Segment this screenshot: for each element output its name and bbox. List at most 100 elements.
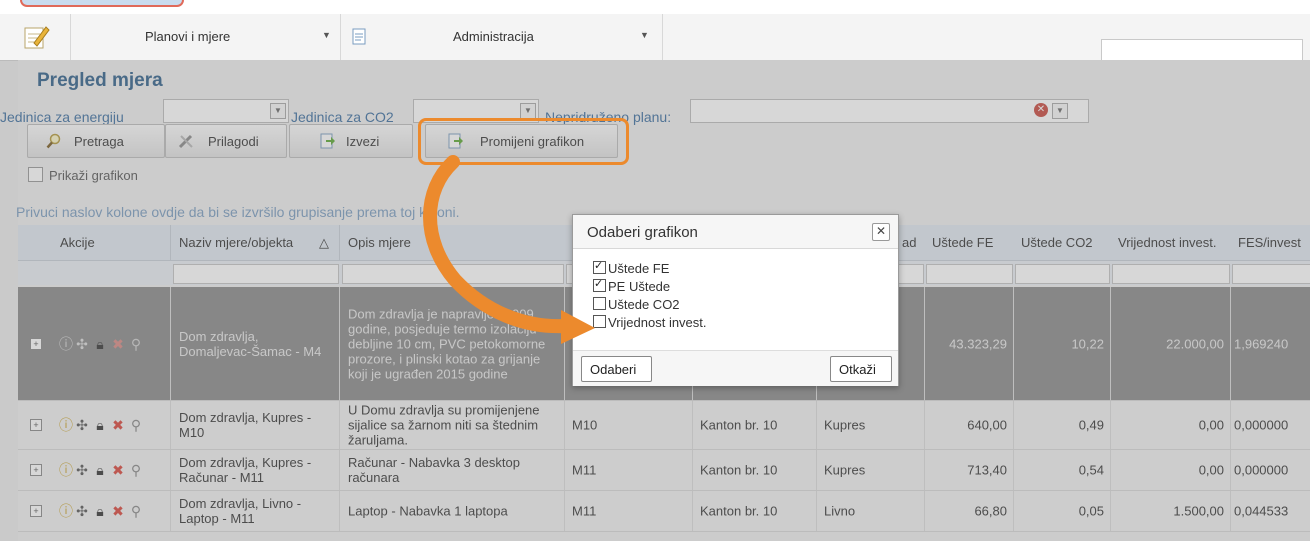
expand-icon[interactable]: + — [30, 338, 42, 350]
customize-button-label: Prilagodi — [208, 134, 259, 149]
column-header-fes-invest[interactable]: FES/invest — [1230, 225, 1310, 261]
dialog-footer: Odaberi Otkaži — [573, 350, 898, 386]
actions-cell: + ⓘ ✣ 🔒︎ ✖ ⚲ — [18, 491, 171, 531]
option-co2-savings[interactable]: Uštede CO2 — [593, 297, 680, 312]
info-icon[interactable]: ⓘ — [58, 336, 74, 352]
link-icon[interactable]: ⚲ — [128, 417, 144, 433]
description-cell: Laptop - Nabavka 1 laptopa — [340, 491, 565, 531]
delete-icon[interactable]: ✖ — [110, 462, 126, 478]
export-button-label: Izvezi — [346, 134, 380, 149]
dialog-header: Odaberi grafikon ✕ — [573, 215, 898, 249]
column-header-actions[interactable]: Akcije — [36, 225, 171, 261]
column-header-label: Akcije — [60, 235, 95, 250]
delete-icon[interactable]: ✖ — [110, 417, 126, 433]
energy-unit-select[interactable]: ▼ — [163, 99, 289, 123]
fe-savings-cell: 640,00 — [924, 401, 1014, 449]
network-icon[interactable]: ✣ — [74, 417, 90, 433]
option-investment[interactable]: Vrijednost invest. — [593, 315, 707, 330]
fes-filter-input[interactable] — [1232, 264, 1310, 284]
name-cell: Dom zdravlja, Kupres - Računar - M11 — [171, 450, 340, 490]
link-icon[interactable]: ⚲ — [128, 336, 144, 352]
expand-icon[interactable]: + — [30, 505, 42, 517]
table-row[interactable]: + ⓘ ✣ 🔒︎ ✖ ⚲ Dom zdravlja, Livno - Lapto… — [18, 491, 1310, 532]
info-icon[interactable]: ⓘ — [58, 417, 74, 433]
name-filter-input[interactable] — [173, 264, 339, 284]
menu-plans[interactable]: Planovi i mjere ▼ — [70, 14, 341, 60]
co2-savings-cell: 0,05 — [1013, 491, 1111, 531]
chevron-down-icon: ▼ — [640, 30, 649, 40]
fes-invest-cell: 0,000000 — [1234, 462, 1289, 478]
export-icon — [320, 133, 335, 149]
menu-admin[interactable]: Administracija ▼ — [340, 14, 663, 60]
magnifier-icon — [46, 133, 61, 149]
column-header-label: Uštede FE — [932, 235, 994, 250]
option-label: Uštede FE — [608, 261, 670, 276]
name-cell: Dom zdravlja, Kupres - M10 — [171, 401, 340, 449]
app-logo[interactable] — [0, 14, 71, 60]
expand-icon[interactable]: + — [30, 464, 42, 476]
fes-invest-cell: 0,000000 — [1234, 417, 1289, 433]
lock-icon[interactable]: 🔒︎ — [92, 503, 108, 519]
search-button[interactable]: Pretraga — [27, 124, 165, 158]
expand-column-header — [18, 225, 37, 261]
lock-icon[interactable]: 🔒︎ — [92, 462, 108, 478]
investment-filter-input[interactable] — [1112, 264, 1230, 284]
chevron-down-icon: ▼ — [322, 30, 331, 40]
export-button[interactable]: Izvezi — [289, 124, 413, 158]
option-label: PE Uštede — [608, 279, 671, 294]
chevron-down-icon[interactable]: ▼ — [270, 103, 286, 119]
fe-savings-cell: 713,40 — [924, 450, 1014, 490]
link-icon[interactable]: ⚲ — [128, 503, 144, 519]
network-icon[interactable]: ✣ — [74, 503, 90, 519]
annotation-arrow-icon — [423, 155, 595, 344]
network-icon[interactable]: ✣ — [74, 462, 90, 478]
show-chart-toggle[interactable]: Prikaži grafikon — [28, 167, 138, 183]
fes-invest-cell: 0,044533 — [1234, 503, 1289, 519]
co2-savings-cell: 0,49 — [1013, 401, 1111, 449]
canton-cell: Kanton br. 10 — [692, 491, 817, 531]
show-chart-checkbox[interactable] — [28, 167, 43, 182]
customize-button[interactable]: Prilagodi — [165, 124, 287, 158]
cancel-button[interactable]: Otkaži — [830, 356, 892, 382]
table-row[interactable]: + ⓘ ✣ 🔒︎ ✖ ⚲ Dom zdravlja, Kupres - Raču… — [18, 450, 1310, 491]
close-icon[interactable]: ✕ — [872, 223, 890, 241]
option-label: Vrijednost invest. — [608, 315, 707, 330]
co2-savings-cell: 10,22 — [1013, 287, 1111, 400]
city-cell: Kupres — [816, 450, 925, 490]
column-header-label: Naziv mjere/objekta — [179, 235, 294, 250]
lock-icon[interactable]: 🔒︎ — [92, 336, 108, 352]
chevron-down-icon[interactable]: ▼ — [1052, 103, 1068, 119]
notepad-pencil-icon — [24, 26, 50, 49]
unassigned-select[interactable]: ✕ ▼ — [690, 99, 1089, 123]
column-header-label: Uštede CO2 — [1021, 235, 1093, 250]
delete-icon[interactable]: ✖ — [110, 336, 126, 352]
expand-icon[interactable]: + — [30, 419, 42, 431]
co2-unit-label: Jedinica za CO2 — [291, 109, 394, 125]
info-icon[interactable]: ⓘ — [58, 462, 74, 478]
column-header-investment[interactable]: Vrijednost invest. — [1110, 225, 1231, 261]
fe-filter-input[interactable] — [926, 264, 1013, 284]
investment-cell: 1.500,00 — [1110, 491, 1231, 531]
document-icon — [352, 28, 366, 45]
city-cell: Livno — [816, 491, 925, 531]
description-cell: Računar - Nabavka 3 desktop računara — [340, 450, 565, 490]
delete-icon[interactable]: ✖ — [110, 503, 126, 519]
chevron-down-icon[interactable]: ▼ — [520, 103, 536, 119]
actions-cell: + ⓘ ✣ 🔒︎ ✖ ⚲ — [18, 450, 171, 490]
table-row[interactable]: + ⓘ ✣ 🔒︎ ✖ ⚲ Dom zdravlja, Kupres - M10 … — [18, 401, 1310, 450]
column-header-fe-savings[interactable]: Uštede FE — [924, 225, 1014, 261]
lock-icon[interactable]: 🔒︎ — [92, 417, 108, 433]
co2-savings-cell: 0,54 — [1013, 450, 1111, 490]
network-icon[interactable]: ✣ — [74, 336, 90, 352]
actions-cell: + ⓘ ✣ 🔒︎ ✖ ⚲ — [18, 287, 171, 400]
info-icon[interactable]: ⓘ — [58, 503, 74, 519]
clear-icon[interactable]: ✕ — [1034, 103, 1048, 117]
page-title: Pregled mjera — [37, 70, 163, 91]
investment-cell: 0,00 — [1110, 401, 1231, 449]
co2-filter-input[interactable] — [1015, 264, 1110, 284]
link-icon[interactable]: ⚲ — [128, 462, 144, 478]
column-header-co2-savings[interactable]: Uštede CO2 — [1013, 225, 1111, 261]
column-header-name[interactable]: Naziv mjere/objekta △ — [171, 225, 340, 261]
select-button[interactable]: Odaberi — [581, 356, 652, 382]
search-button-label: Pretraga — [74, 134, 124, 149]
